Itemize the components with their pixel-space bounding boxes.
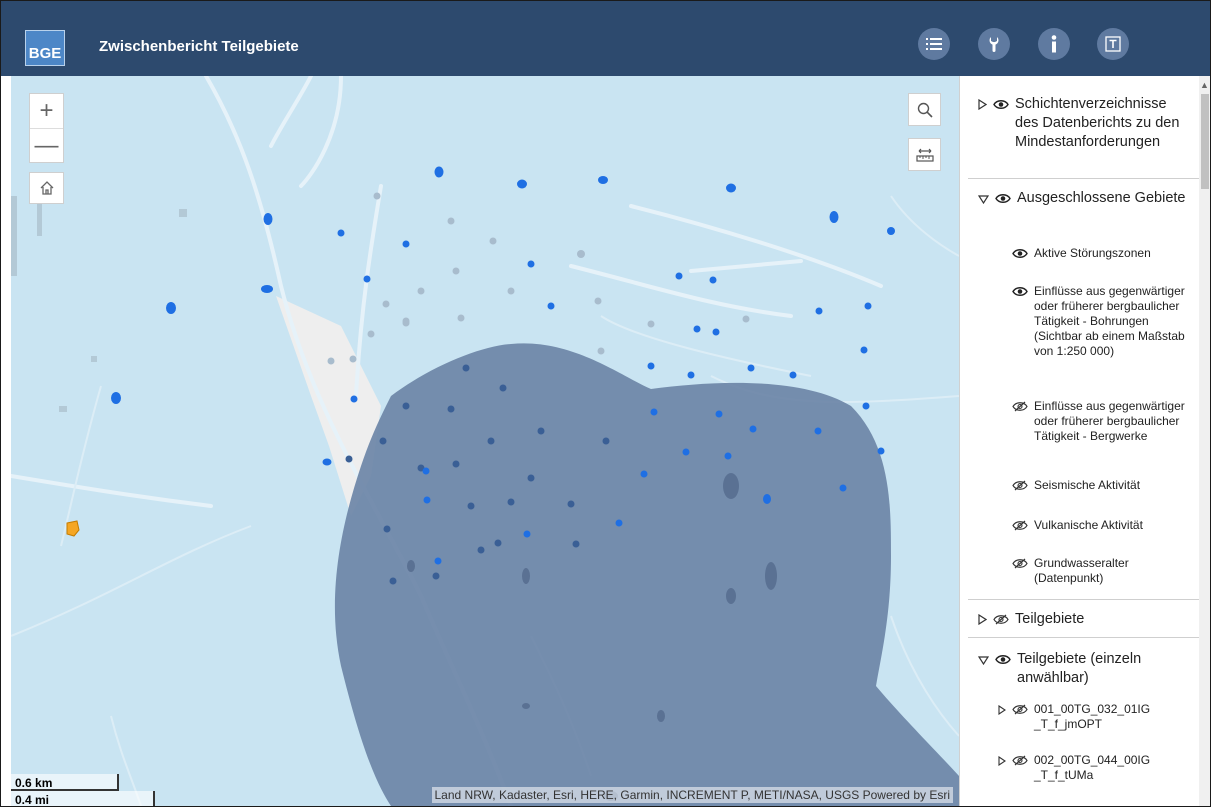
layer-group-schichtenverzeichnisse[interactable]: Schichtenverzeichnisse des Datenberichts… bbox=[978, 95, 1188, 152]
zoom-controls: + — bbox=[29, 93, 64, 163]
layer-label: Teilgebiete (einzeln anwählbar) bbox=[1017, 651, 1142, 686]
layer-label: Aktive Störungszonen bbox=[1034, 246, 1151, 260]
layer-label: 001_00TG_032_01IG_T_f_jmOPT bbox=[1034, 702, 1151, 731]
expand-arrow-icon[interactable] bbox=[978, 612, 988, 631]
sublayer-002-00tg[interactable]: 002_00TG_044_00IG_T_f_tUMa bbox=[998, 753, 1188, 783]
map-attribution: Land NRW, Kadaster, Esri, HERE, Garmin, … bbox=[431, 787, 953, 803]
sublayer-001-00tg[interactable]: 001_00TG_032_01IG_T_f_jmOPT bbox=[998, 702, 1188, 732]
home-button[interactable] bbox=[29, 172, 64, 204]
panel-scrollbar[interactable]: ▲ bbox=[1199, 76, 1210, 806]
hidden-eye-icon[interactable] bbox=[1012, 755, 1028, 770]
app-window: BGE Zwischenbericht Teilgebiete + — Land… bbox=[0, 0, 1211, 807]
hidden-eye-icon[interactable] bbox=[1012, 558, 1028, 573]
visible-eye-icon[interactable] bbox=[1012, 248, 1028, 263]
sublayer-vulkanische-aktivitaet[interactable]: Vulkanische Aktivität bbox=[1012, 518, 1192, 535]
sublayer-bergwerke[interactable]: Einflüsse aus gegenwärtiger oder frühere… bbox=[1012, 399, 1192, 444]
layer-label: Schichtenverzeichnisse des Datenberichts… bbox=[1015, 96, 1180, 150]
collapse-arrow-icon[interactable] bbox=[977, 652, 990, 671]
layer-label: Einflüsse aus gegenwärtiger oder frühere… bbox=[1034, 284, 1185, 358]
zoom-in-button[interactable]: + bbox=[30, 94, 63, 128]
expand-arrow-icon[interactable] bbox=[978, 97, 988, 116]
hidden-eye-icon[interactable] bbox=[1012, 401, 1028, 416]
divider bbox=[968, 178, 1200, 179]
scalebar-mi-label: 0.4 mi bbox=[15, 793, 50, 806]
sublayer-grundwasseralter[interactable]: Grundwasseralter (Datenpunkt) bbox=[1012, 556, 1192, 586]
layer-label: Vulkanische Aktivität bbox=[1034, 518, 1143, 532]
scalebar-km: 0.6 km bbox=[11, 774, 119, 791]
visible-eye-icon[interactable] bbox=[995, 191, 1011, 210]
measure-button[interactable] bbox=[908, 138, 941, 171]
tools-button[interactable] bbox=[978, 28, 1010, 60]
search-icon bbox=[917, 102, 933, 118]
hidden-eye-icon[interactable] bbox=[1012, 704, 1028, 719]
list-icon bbox=[926, 38, 942, 50]
app-header: BGE Zwischenbericht Teilgebiete bbox=[1, 1, 1210, 76]
hidden-eye-icon[interactable] bbox=[1012, 480, 1028, 495]
home-icon bbox=[40, 181, 53, 195]
layer-list-button[interactable] bbox=[918, 28, 950, 60]
layer-group-teilgebiete-einzeln[interactable]: Teilgebiete (einzeln anwählbar) bbox=[977, 650, 1188, 688]
layer-label: Einflüsse aus gegenwärtiger oder frühere… bbox=[1034, 399, 1185, 443]
search-button[interactable] bbox=[908, 93, 941, 126]
layer-label: Teilgebiete bbox=[1015, 611, 1085, 627]
info-icon bbox=[1051, 35, 1057, 53]
text-tool-button[interactable] bbox=[1097, 28, 1129, 60]
visible-eye-icon[interactable] bbox=[1012, 286, 1028, 301]
expand-arrow-icon[interactable] bbox=[998, 755, 1006, 770]
measure-icon bbox=[915, 148, 934, 162]
layer-label: Ausgeschlossene Gebiete bbox=[1017, 190, 1186, 206]
layer-group-teilgebiete[interactable]: Teilgebiete bbox=[978, 610, 1188, 631]
scroll-up-arrow-icon[interactable]: ▲ bbox=[1200, 80, 1209, 90]
info-button[interactable] bbox=[1038, 28, 1070, 60]
scalebar-km-label: 0.6 km bbox=[15, 776, 53, 790]
hidden-eye-icon[interactable] bbox=[993, 612, 1009, 631]
collapse-arrow-icon[interactable] bbox=[977, 191, 990, 210]
scrollbar-thumb[interactable] bbox=[1201, 94, 1209, 189]
zoom-out-button[interactable]: — bbox=[30, 128, 63, 163]
divider bbox=[968, 599, 1200, 600]
divider bbox=[968, 637, 1200, 638]
layer-label: Grundwasseralter (Datenpunkt) bbox=[1034, 556, 1129, 585]
wrench-icon bbox=[989, 37, 999, 52]
map-view[interactable]: + — Land NRW, Kadaster, Esri, HERE, Garm… bbox=[11, 76, 959, 806]
layer-label: 002_00TG_044_00IG_T_f_tUMa bbox=[1034, 753, 1151, 782]
scalebar-mi: 0.4 mi bbox=[11, 791, 155, 806]
layer-group-ausgeschlossene-gebiete[interactable]: Ausgeschlossene Gebiete bbox=[977, 189, 1188, 210]
sublayer-seismische-aktivitaet[interactable]: Seismische Aktivität bbox=[1012, 478, 1192, 495]
app-title: Zwischenbericht Teilgebiete bbox=[99, 38, 299, 55]
layer-list-panel[interactable]: Schichtenverzeichnisse des Datenberichts… bbox=[959, 76, 1210, 806]
layer-label: Seismische Aktivität bbox=[1034, 478, 1141, 492]
visible-eye-icon[interactable] bbox=[993, 97, 1009, 116]
visible-eye-icon[interactable] bbox=[995, 652, 1011, 671]
bge-logo: BGE bbox=[25, 30, 65, 66]
map-canvas bbox=[11, 76, 959, 806]
expand-arrow-icon[interactable] bbox=[998, 704, 1006, 719]
sublayer-bohrungen[interactable]: Einflüsse aus gegenwärtiger oder frühere… bbox=[1012, 284, 1192, 359]
text-tool-icon bbox=[1105, 36, 1121, 52]
sublayer-aktive-stoerungszonen[interactable]: Aktive Störungszonen bbox=[1012, 246, 1192, 263]
hidden-eye-icon[interactable] bbox=[1012, 520, 1028, 535]
